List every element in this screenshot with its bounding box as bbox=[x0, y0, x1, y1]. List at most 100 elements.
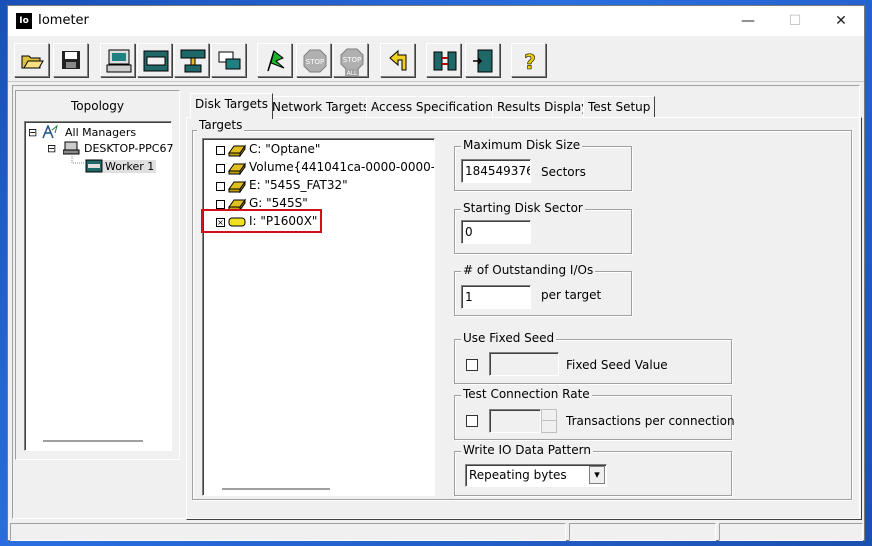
tab-network-targets[interactable]: Network Targets bbox=[267, 96, 375, 118]
tab-test-setup[interactable]: Test Setup bbox=[583, 96, 656, 118]
tab-disk-targets[interactable]: Disk Targets bbox=[190, 93, 273, 119]
start-tests-button[interactable] bbox=[257, 43, 292, 77]
stop-all-icon: STOP ALL bbox=[340, 48, 364, 77]
drive-icon bbox=[228, 144, 246, 157]
exit-door-icon bbox=[473, 49, 493, 73]
target-label-volume: Volume{441041ca-0000-0000-000 bbox=[249, 160, 434, 174]
minimize-icon: — bbox=[741, 13, 755, 29]
targets-title: Targets bbox=[197, 118, 245, 132]
floppy-disk-icon bbox=[62, 51, 80, 69]
duplicate-worker-button[interactable] bbox=[211, 43, 246, 77]
duplicate-worker-icon bbox=[218, 51, 241, 70]
connection-rate-spinner[interactable] bbox=[541, 409, 557, 433]
minimize-button[interactable]: — bbox=[725, 6, 771, 36]
max-disk-size-input[interactable]: 184549376 bbox=[461, 159, 531, 183]
tab-access-specifications[interactable]: Access Specifications bbox=[366, 96, 505, 118]
target-checkbox-volume[interactable] bbox=[216, 164, 225, 173]
close-button[interactable]: ✕ bbox=[818, 6, 864, 36]
outstanding-ios-unit: per target bbox=[541, 288, 602, 302]
stop-sign-icon: STOP bbox=[303, 49, 327, 73]
exit-button[interactable] bbox=[465, 43, 500, 77]
target-checkbox-g[interactable] bbox=[216, 200, 225, 209]
save-config-button[interactable] bbox=[53, 43, 88, 77]
disk-worker-icon bbox=[143, 50, 169, 72]
status-cell-3 bbox=[719, 523, 863, 541]
stop-all-text-2: ALL bbox=[347, 70, 358, 77]
starting-sector-input[interactable]: 0 bbox=[461, 220, 531, 244]
display-manager-button[interactable] bbox=[100, 43, 135, 77]
fixed-seed-checkbox[interactable] bbox=[466, 359, 478, 371]
spinner-up[interactable] bbox=[542, 410, 556, 421]
tree-item-worker-1[interactable]: Worker 1 bbox=[103, 160, 157, 173]
connection-rate-input[interactable] bbox=[489, 409, 541, 433]
disconnect-icon bbox=[433, 51, 457, 71]
topology-scrollbar[interactable] bbox=[43, 440, 143, 442]
target-label-c: C: "Optane" bbox=[249, 142, 321, 156]
io-pattern-select[interactable]: Repeating bytes ▾ bbox=[465, 464, 607, 487]
tree-item-all-managers[interactable]: All Managers bbox=[65, 126, 136, 139]
drive-icon bbox=[228, 180, 246, 193]
window-title: Iometer bbox=[38, 13, 89, 28]
green-flag-icon bbox=[267, 50, 285, 72]
target-row-c[interactable]: C: "Optane" bbox=[216, 142, 436, 159]
targets-scrollbar[interactable] bbox=[222, 488, 330, 490]
topology-tree[interactable]: ⊟ All Managers ⊟ DESKTOP-PPC67 Worker 1 bbox=[24, 121, 173, 451]
reset-arrow-icon bbox=[389, 49, 407, 71]
max-disk-size-unit: Sectors bbox=[541, 165, 586, 179]
target-checkbox-e[interactable] bbox=[216, 182, 225, 191]
help-text: ? bbox=[524, 50, 536, 74]
open-config-button[interactable] bbox=[14, 43, 49, 77]
outstanding-ios-input[interactable]: 1 bbox=[461, 285, 531, 309]
chevron-down-icon[interactable]: ▾ bbox=[589, 466, 605, 484]
drive-icon bbox=[228, 162, 246, 175]
status-cell-1 bbox=[10, 523, 566, 541]
connection-rate-label: Transactions per connection bbox=[566, 414, 735, 428]
maximize-button: ☐ bbox=[772, 6, 818, 36]
all-managers-icon bbox=[42, 125, 58, 139]
max-disk-size-title: Maximum Disk Size bbox=[461, 138, 583, 152]
connection-rate-title: Test Connection Rate bbox=[461, 387, 592, 401]
status-cell-2 bbox=[569, 523, 716, 541]
target-row-e[interactable]: E: "545S_FAT32" bbox=[216, 178, 436, 195]
fixed-seed-label: Fixed Seed Value bbox=[566, 358, 668, 372]
target-checkbox-c[interactable] bbox=[216, 146, 225, 155]
worker-disk-icon bbox=[85, 159, 103, 173]
tree-item-desktop[interactable]: DESKTOP-PPC67 bbox=[84, 142, 173, 155]
topology-title: Topology bbox=[71, 99, 124, 113]
fixed-seed-title: Use Fixed Seed bbox=[461, 331, 557, 345]
tab-results-display[interactable]: Results Display bbox=[492, 96, 594, 118]
computer-icon bbox=[106, 49, 132, 73]
stop-all-text: STOP bbox=[343, 56, 361, 64]
start-disk-worker-button[interactable] bbox=[137, 43, 172, 77]
tree-expander-all[interactable]: ⊟ bbox=[28, 126, 37, 139]
io-pattern-selected-value: Repeating bytes bbox=[469, 468, 567, 482]
connection-rate-checkbox[interactable] bbox=[466, 415, 478, 427]
target-row-volume[interactable]: Volume{441041ca-0000-0000-000 bbox=[216, 160, 434, 177]
tree-connector bbox=[71, 156, 84, 164]
start-network-worker-button[interactable] bbox=[174, 43, 209, 77]
status-bar bbox=[8, 520, 864, 542]
stop-all-button[interactable]: STOP ALL bbox=[333, 43, 368, 77]
network-worker-icon bbox=[180, 49, 206, 73]
disconnect-button[interactable] bbox=[426, 43, 461, 77]
maximize-icon: ☐ bbox=[788, 13, 802, 29]
reset-workers-button[interactable] bbox=[380, 43, 415, 77]
iometer-app-icon: Io bbox=[16, 13, 32, 29]
target-label-g: G: "545S" bbox=[249, 196, 308, 210]
close-icon: ✕ bbox=[835, 13, 847, 29]
selected-target-highlight bbox=[201, 209, 322, 233]
toolbar: STOP STOP ALL ? bbox=[8, 37, 864, 82]
title-bar[interactable]: Io Iometer — ☐ ✕ bbox=[8, 6, 864, 36]
stop-button[interactable]: STOP bbox=[296, 43, 331, 77]
target-label-e: E: "545S_FAT32" bbox=[249, 178, 348, 192]
io-pattern-title: Write IO Data Pattern bbox=[461, 443, 593, 457]
fixed-seed-input[interactable] bbox=[489, 352, 559, 376]
stop-text: STOP bbox=[306, 58, 324, 66]
outstanding-ios-title: # of Outstanding I/Os bbox=[461, 263, 596, 277]
iometer-window: Io Iometer — ☐ ✕ STOP STOP ALL ? Topolog… bbox=[7, 5, 865, 541]
manager-computer-icon bbox=[63, 141, 80, 155]
help-question-icon: ? bbox=[524, 50, 536, 74]
starting-sector-title: Starting Disk Sector bbox=[461, 201, 585, 215]
tree-expander-desktop[interactable]: ⊟ bbox=[47, 142, 56, 155]
about-button[interactable]: ? bbox=[511, 43, 546, 77]
